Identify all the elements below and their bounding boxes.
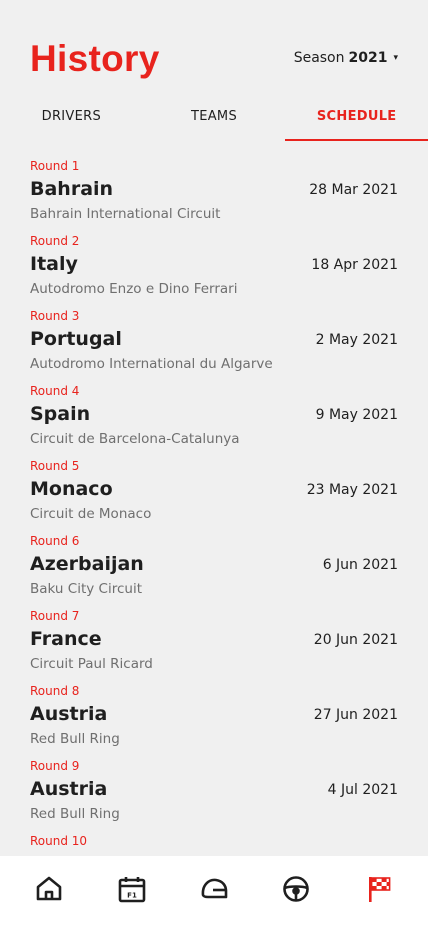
page-title: History bbox=[30, 38, 160, 79]
race-circuit: Circuit de Monaco bbox=[30, 506, 152, 522]
season-label: Season bbox=[293, 50, 345, 66]
race-item[interactable]: Round 1 Bahrain 28 Mar 2021 Bahrain Inte… bbox=[0, 152, 428, 227]
svg-text:F1: F1 bbox=[127, 892, 137, 900]
race-item[interactable]: Round 3 Portugal 2 May 2021 Autodromo In… bbox=[0, 302, 428, 377]
bottom-nav: F1 bbox=[0, 856, 428, 926]
checkered-flag-icon bbox=[368, 877, 391, 902]
round-label: Round 9 bbox=[30, 759, 80, 773]
season-selector[interactable]: Season 2021 ▾ bbox=[294, 50, 398, 66]
round-label: Round 8 bbox=[30, 684, 80, 698]
round-label: Round 4 bbox=[30, 384, 80, 398]
race-circuit: Autodromo International du Algarve bbox=[30, 356, 273, 372]
race-country: France bbox=[30, 628, 102, 650]
tab-drivers[interactable]: DRIVERS bbox=[0, 100, 143, 141]
nav-teams[interactable] bbox=[271, 864, 321, 914]
race-item[interactable]: Round 10 bbox=[0, 827, 428, 856]
chevron-down-icon: ▾ bbox=[393, 53, 398, 63]
race-item[interactable]: Round 8 Austria 27 Jun 2021 Red Bull Rin… bbox=[0, 677, 428, 752]
race-circuit: Baku City Circuit bbox=[30, 581, 142, 597]
race-item[interactable]: Round 4 Spain 9 May 2021 Circuit de Barc… bbox=[0, 377, 428, 452]
race-date: 6 Jun 2021 bbox=[322, 557, 398, 573]
race-item[interactable]: Round 9 Austria 4 Jul 2021 Red Bull Ring bbox=[0, 752, 428, 827]
helmet-icon bbox=[201, 878, 228, 899]
race-date: 9 May 2021 bbox=[315, 407, 398, 423]
race-country: Portugal bbox=[30, 328, 122, 350]
race-circuit: Autodromo Enzo e Dino Ferrari bbox=[30, 281, 238, 297]
schedule-list[interactable]: Round 1 Bahrain 28 Mar 2021 Bahrain Inte… bbox=[0, 152, 428, 856]
race-country: Bahrain bbox=[30, 178, 114, 200]
round-label: Round 1 bbox=[30, 159, 80, 173]
race-item[interactable]: Round 5 Monaco 23 May 2021 Circuit de Mo… bbox=[0, 452, 428, 527]
nav-drivers[interactable] bbox=[189, 864, 239, 914]
race-country: Azerbaijan bbox=[30, 553, 144, 575]
home-icon bbox=[36, 876, 62, 901]
header: History Season 2021 ▾ bbox=[0, 0, 428, 100]
race-date: 2 May 2021 bbox=[315, 332, 398, 348]
round-label: Round 5 bbox=[30, 459, 80, 473]
race-date: 18 Apr 2021 bbox=[311, 257, 398, 273]
steering-wheel-icon bbox=[283, 876, 310, 902]
race-date: 23 May 2021 bbox=[306, 482, 398, 498]
race-country: Spain bbox=[30, 403, 91, 425]
round-label: Round 2 bbox=[30, 234, 80, 248]
race-country: Austria bbox=[30, 778, 108, 800]
tab-schedule[interactable]: SCHEDULE bbox=[285, 100, 428, 141]
race-item[interactable]: Round 2 Italy 18 Apr 2021 Autodromo Enzo… bbox=[0, 227, 428, 302]
race-circuit: Circuit Paul Ricard bbox=[30, 656, 153, 672]
round-label: Round 7 bbox=[30, 609, 80, 623]
nav-home[interactable] bbox=[24, 864, 74, 914]
race-country: Italy bbox=[30, 253, 78, 275]
tab-teams[interactable]: TEAMS bbox=[143, 100, 286, 141]
race-circuit: Circuit de Barcelona-Catalunya bbox=[30, 431, 240, 447]
race-item[interactable]: Round 6 Azerbaijan 6 Jun 2021 Baku City … bbox=[0, 527, 428, 602]
round-label: Round 10 bbox=[30, 834, 88, 848]
round-label: Round 3 bbox=[30, 309, 80, 323]
season-year: 2021 bbox=[348, 50, 388, 66]
race-date: 27 Jun 2021 bbox=[313, 707, 398, 723]
race-circuit: Bahrain International Circuit bbox=[30, 206, 221, 222]
race-item[interactable]: Round 7 France 20 Jun 2021 Circuit Paul … bbox=[0, 602, 428, 677]
race-country: Monaco bbox=[30, 478, 113, 500]
tab-bar: DRIVERS TEAMS SCHEDULE bbox=[0, 100, 428, 141]
race-date: 4 Jul 2021 bbox=[327, 782, 398, 798]
calendar-f1-icon: F1 bbox=[118, 877, 145, 903]
race-circuit: Red Bull Ring bbox=[30, 806, 120, 822]
race-country: Austria bbox=[30, 703, 108, 725]
race-circuit: Red Bull Ring bbox=[30, 731, 120, 747]
nav-history[interactable] bbox=[354, 864, 404, 914]
race-date: 28 Mar 2021 bbox=[309, 182, 398, 198]
nav-schedule[interactable]: F1 bbox=[107, 864, 157, 914]
round-label: Round 6 bbox=[30, 534, 80, 548]
race-date: 20 Jun 2021 bbox=[313, 632, 398, 648]
